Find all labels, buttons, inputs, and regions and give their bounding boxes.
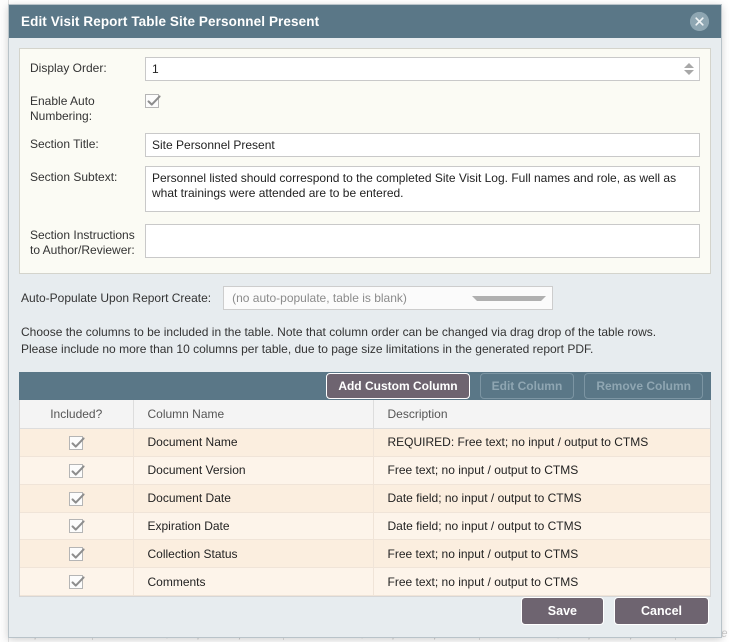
row-description: Free text; no input / output to CTMS [373, 539, 710, 569]
row-included-checkbox[interactable] [69, 491, 85, 506]
row-included-cell [20, 456, 134, 485]
section-title-label: Section Title: [30, 137, 99, 151]
edit-column-button[interactable]: Edit Column [479, 373, 575, 400]
spinner-up-icon[interactable] [683, 63, 694, 68]
row-column-name: Collection Status [133, 539, 374, 569]
table-row[interactable]: Expiration Date Date field; no input / ou… [20, 512, 710, 541]
row-description: Free text; no input / output to CTMS [373, 567, 710, 596]
row-description: Date field; no input / output to CTMS [373, 512, 710, 541]
remove-column-button[interactable]: Remove Column [584, 373, 703, 400]
row-included-cell [20, 428, 134, 457]
table-row[interactable]: Document Date Date field; no input / outp… [20, 484, 710, 513]
row-included-checkbox[interactable] [69, 435, 85, 450]
enable-auto-numbering-label: Enable Auto Numbering: [30, 94, 95, 123]
table-row[interactable]: Collection Status Free text; no input / o… [20, 539, 710, 569]
section-title-input[interactable] [145, 133, 700, 157]
table-row[interactable]: Document Name REQUIRED: Free text; no inp… [20, 428, 710, 457]
save-button[interactable]: Save [520, 597, 604, 625]
row-column-name: Document Date [133, 484, 374, 513]
row-included-cell [20, 484, 134, 513]
display-order-label: Display Order: [30, 61, 107, 75]
dialog-title: Edit Visit Report Table Site Personnel P… [21, 14, 320, 29]
section-subtext-row: Section Subtext: [30, 166, 700, 215]
row-included-cell [20, 539, 134, 569]
column-header-column-name[interactable]: Column Name [133, 400, 374, 430]
row-column-name: Expiration Date [133, 512, 374, 541]
auto-populate-select[interactable]: (no auto-populate, table is blank) [223, 286, 554, 310]
section-instructions-row: Section Instructions to Author/Reviewer: [30, 224, 700, 261]
columns-help-text: Choose the columns to be included in the… [21, 324, 709, 358]
auto-populate-row: Auto-Populate Upon Report Create: (no au… [21, 286, 709, 310]
enable-auto-numbering-checkbox[interactable] [145, 93, 161, 108]
columns-help-line-1: Choose the columns to be included in the… [21, 325, 657, 339]
cancel-button[interactable]: Cancel [614, 597, 709, 625]
section-properties-panel: Display Order: Enable Auto Numbering: [19, 48, 711, 274]
column-header-description[interactable]: Description [373, 400, 710, 430]
column-header-included[interactable]: Included? [20, 400, 134, 430]
row-description: Date field; no input / output to CTMS [373, 484, 710, 513]
row-included-checkbox[interactable] [69, 519, 85, 534]
row-column-name: Document Name [133, 428, 374, 457]
row-included-checkbox[interactable] [69, 575, 85, 589]
row-included-checkbox[interactable] [69, 547, 85, 562]
edit-visit-report-table-dialog: Edit Visit Report Table Site Personnel P… [8, 4, 722, 638]
dialog-titlebar: Edit Visit Report Table Site Personnel P… [9, 5, 721, 38]
section-subtext-textarea[interactable] [145, 166, 700, 212]
columns-toolbar: Add Custom Column Edit Column Remove Col… [19, 372, 711, 401]
auto-populate-label: Auto-Populate Upon Report Create: [21, 291, 212, 305]
section-instructions-textarea[interactable] [145, 224, 700, 258]
row-column-name: Document Version [133, 456, 374, 485]
table-row[interactable]: Comments Free text; no input / output to … [20, 567, 710, 596]
table-row[interactable]: Document Version Free text; no input / ou… [20, 456, 710, 485]
enable-auto-numbering-row: Enable Auto Numbering: [30, 90, 700, 124]
display-order-input[interactable] [145, 57, 700, 81]
row-included-cell [20, 512, 134, 541]
columns-grid: Included? Column Name Description Docume… [19, 400, 711, 597]
display-order-spinner[interactable] [682, 60, 695, 78]
section-title-row: Section Title: [30, 133, 700, 157]
section-subtext-label: Section Subtext: [30, 170, 118, 184]
row-description: REQUIRED: Free text; no input / output t… [373, 428, 710, 457]
row-included-cell [20, 567, 134, 596]
chevron-down-icon [471, 295, 547, 301]
dialog-body: Display Order: Enable Auto Numbering: [9, 38, 721, 637]
columns-help-line-2: Please include no more than 10 columns p… [21, 342, 594, 356]
spinner-down-icon[interactable] [683, 70, 694, 75]
dialog-footer: Save Cancel [9, 597, 721, 637]
auto-populate-selected-value: (no auto-populate, table is blank) [232, 291, 407, 305]
row-description: Free text; no input / output to CTMS [373, 456, 710, 485]
close-icon[interactable] [690, 12, 709, 31]
add-custom-column-button[interactable]: Add Custom Column [326, 373, 470, 400]
row-included-checkbox[interactable] [69, 463, 85, 478]
section-instructions-label: Section Instructions to Author/Reviewer: [30, 228, 135, 257]
display-order-row: Display Order: [30, 57, 700, 81]
grid-header-row: Included? Column Name Description [20, 400, 710, 430]
row-column-name: Comments [133, 567, 374, 596]
